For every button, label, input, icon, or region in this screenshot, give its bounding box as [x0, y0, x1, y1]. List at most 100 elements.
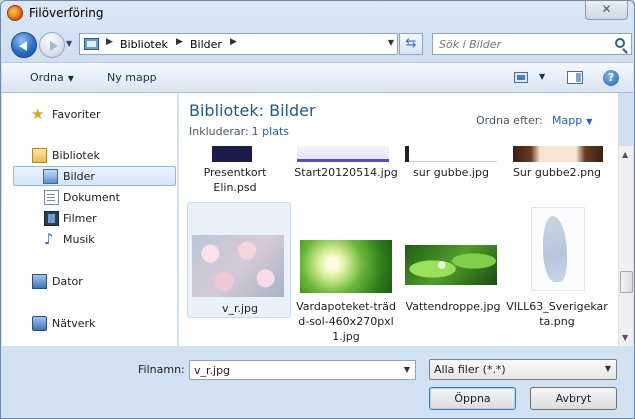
file-thumbnail: [405, 146, 497, 162]
filename-combobox[interactable]: ▼: [189, 360, 416, 380]
organize-label: Ordna: [30, 71, 64, 84]
file-tile[interactable]: Vardapoteket-träd d-sol-460x270pxl 1.jpg: [294, 202, 398, 343]
nav-item-computer[interactable]: Dator: [2, 272, 178, 292]
nav-item-music[interactable]: ♪ Musik: [2, 230, 178, 250]
star-icon: ★: [31, 105, 45, 123]
forward-button[interactable]: [39, 32, 65, 58]
file-name: Vattendroppe.jpg: [405, 300, 501, 313]
crumb-separator-icon[interactable]: ▶: [230, 37, 237, 47]
file-thumbnail: [212, 146, 252, 162]
toolbar: Ordna ▼ Ny mapp ▼ ?: [2, 62, 633, 93]
preview-pane-icon[interactable]: [567, 71, 583, 84]
search-input[interactable]: [439, 38, 599, 51]
file-name: v_r.jpg: [221, 302, 259, 315]
arrange-by-value: Mapp: [552, 114, 583, 127]
nav-label: Favoriter: [52, 108, 101, 121]
firefox-icon: [7, 5, 23, 21]
file-type-value: Alla filer (*.*): [434, 363, 506, 376]
file-tile[interactable]: sur gubbe.jpg: [399, 146, 503, 182]
address-bar[interactable]: ▶ Bibliotek ▶ Bilder ▶ ▼: [79, 33, 398, 55]
includes-label: Inkluderar:: [189, 125, 249, 138]
chevron-down-icon: ▼: [67, 74, 74, 83]
folder-icon: [84, 38, 99, 50]
file-name: Vardapoteket-träd: [296, 300, 396, 313]
views-icon[interactable]: [514, 72, 528, 83]
refresh-button[interactable]: ⇆: [399, 33, 423, 55]
navigation-pane: ★ Favoriter Bibliotek Bilder Dokument Fi…: [2, 93, 178, 346]
scroll-up-icon[interactable]: ▲: [622, 150, 628, 159]
filename-input[interactable]: [194, 364, 389, 377]
documents-icon: [44, 190, 59, 205]
breadcrumb-pictures[interactable]: Bilder: [190, 38, 222, 51]
file-tile[interactable]: Vattendroppe.jpg: [401, 202, 505, 318]
crumb-separator-icon[interactable]: ▶: [176, 37, 183, 47]
file-tile[interactable]: VILL63_Sverigekar ta.png: [505, 202, 609, 328]
refresh-icon: ⇆: [405, 36, 417, 51]
chevron-down-icon: ▼: [586, 117, 593, 126]
nav-item-videos[interactable]: Filmer: [2, 209, 178, 229]
file-dialog-window: Filöverföring ✕ ▼ ▶ Bibliotek ▶ Bilder ▶…: [0, 0, 635, 419]
views-dropdown-icon[interactable]: ▼: [539, 72, 545, 81]
file-tile[interactable]: Sur gubbe2.png: [505, 146, 609, 182]
pictures-icon: [43, 169, 58, 184]
computer-icon: [32, 274, 47, 289]
file-name: Presentkort: [203, 166, 267, 179]
file-tile-selected[interactable]: v_r.jpg: [187, 202, 291, 318]
file-tile[interactable]: Start20120514.jpg: [294, 146, 398, 182]
history-dropdown-icon[interactable]: ▼: [66, 39, 76, 49]
nav-label: Filmer: [63, 212, 97, 225]
arrange-by-label: Ordna efter:: [476, 114, 543, 127]
file-thumbnail: [297, 146, 389, 162]
nav-label: Dokument: [63, 191, 120, 204]
file-thumbnail-detail: [405, 146, 409, 162]
new-folder-button[interactable]: Ny mapp: [107, 71, 157, 84]
arrange-by-dropdown[interactable]: Mapp ▼: [552, 114, 592, 127]
file-tile[interactable]: Presentkort Elin.psd: [183, 146, 287, 198]
nav-item-favorites[interactable]: ★ Favoriter: [2, 105, 178, 125]
nav-item-libraries[interactable]: Bibliotek: [2, 146, 178, 166]
help-icon[interactable]: ?: [603, 70, 619, 86]
nav-item-documents[interactable]: Dokument: [2, 188, 178, 208]
search-icon[interactable]: [615, 38, 625, 48]
nav-item-pictures[interactable]: Bilder: [13, 166, 176, 186]
file-list-pane: Bibliotek: Bilder Inkluderar: 1 plats Ord…: [179, 93, 618, 346]
open-button[interactable]: Öppna: [429, 387, 516, 410]
cancel-button[interactable]: Avbryt: [530, 387, 617, 410]
filename-label: Filnamn:: [138, 363, 185, 376]
file-name: d-sol-460x270pxl: [298, 315, 394, 328]
organize-button[interactable]: Ordna ▼: [30, 71, 74, 84]
chevron-down-icon[interactable]: ▼: [404, 365, 410, 374]
nav-item-network[interactable]: Nätverk: [2, 314, 178, 334]
nav-label: Bilder: [63, 170, 95, 183]
music-icon: ♪: [44, 230, 54, 248]
file-name: VILL63_Sverigekar: [506, 300, 608, 313]
library-includes: Inkluderar: 1 plats: [189, 125, 289, 138]
close-button[interactable]: ✕: [585, 1, 628, 20]
network-icon: [32, 316, 47, 331]
breadcrumb-libraries[interactable]: Bibliotek: [120, 38, 168, 51]
nav-label: Nätverk: [52, 317, 96, 330]
scroll-down-icon[interactable]: ▼: [622, 333, 628, 342]
crumb-separator-icon[interactable]: ▶: [106, 37, 113, 47]
chevron-down-icon: ▼: [604, 364, 611, 373]
videos-icon: [44, 211, 59, 226]
scrollbar-thumb[interactable]: [620, 271, 633, 293]
search-box[interactable]: [432, 33, 632, 55]
nav-label: Dator: [52, 275, 83, 288]
window-title: Filöverföring: [29, 6, 104, 20]
file-type-select[interactable]: Alla filer (*.*) ▼: [429, 359, 617, 380]
file-name: Sur gubbe2.png: [512, 166, 602, 179]
file-name: ta.png: [539, 315, 575, 328]
file-thumbnail: [300, 240, 392, 293]
vertical-scrollbar[interactable]: ▲ ▼: [618, 146, 633, 346]
title-bar: Filöverföring ✕: [1, 1, 634, 27]
file-name: 1.jpg: [332, 330, 360, 343]
file-thumbnail: [513, 146, 603, 162]
library-icon: [32, 148, 47, 163]
file-thumbnail: [405, 245, 497, 285]
back-button[interactable]: [11, 32, 37, 58]
file-thumbnail: [192, 235, 284, 297]
locations-link[interactable]: 1 plats: [252, 125, 289, 138]
address-dropdown-icon[interactable]: ▼: [388, 38, 394, 47]
file-name: Start20120514.jpg: [294, 166, 398, 179]
